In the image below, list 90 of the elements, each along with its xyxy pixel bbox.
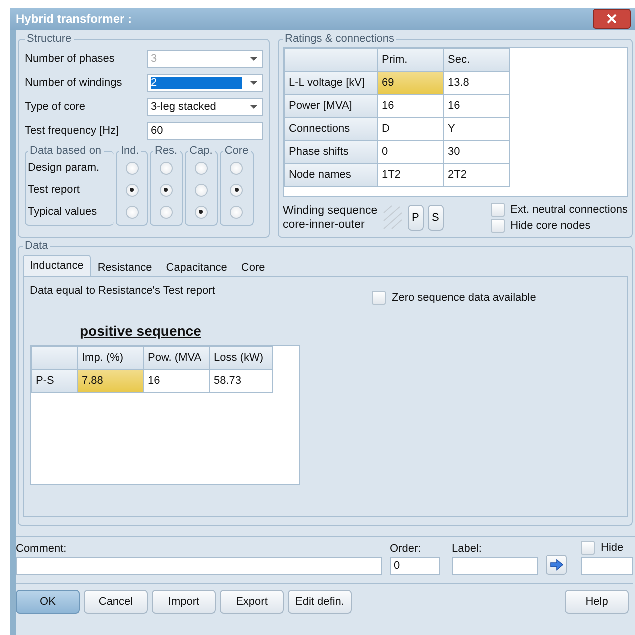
checkbox-label: Zero sequence data available bbox=[392, 292, 536, 304]
radio-button[interactable] bbox=[160, 184, 173, 196]
checkbox-label: Ext. neutral connections bbox=[510, 204, 628, 216]
winding-button[interactable]: S bbox=[428, 205, 444, 231]
table-cell[interactable]: 13.8 bbox=[444, 72, 510, 94]
row-header: Connections bbox=[284, 118, 378, 140]
dialog-button[interactable]: Import bbox=[152, 590, 216, 614]
field-label: Order: bbox=[390, 543, 422, 555]
winding-button[interactable]: P bbox=[408, 205, 424, 231]
group-title: Data bbox=[24, 240, 50, 252]
dialog-button[interactable]: OK bbox=[16, 590, 80, 614]
input-field[interactable] bbox=[581, 557, 633, 575]
right-arrow-icon bbox=[550, 559, 564, 571]
radio-button[interactable] bbox=[160, 162, 173, 174]
radio-button[interactable] bbox=[230, 184, 244, 196]
close-button[interactable] bbox=[593, 9, 631, 29]
radio-button[interactable] bbox=[194, 162, 208, 174]
row-header: Node names bbox=[284, 164, 378, 186]
table-cell[interactable]: D bbox=[378, 118, 444, 140]
group-title: Ind. bbox=[120, 145, 140, 157]
group-title: Data based on bbox=[29, 145, 103, 157]
comment-field[interactable] bbox=[16, 557, 382, 575]
radio-button[interactable] bbox=[194, 184, 208, 196]
group-title: Core bbox=[224, 145, 250, 157]
group-title: Ratings & connections bbox=[284, 33, 396, 45]
tab[interactable]: Core bbox=[234, 259, 272, 276]
winding-sequence-label: Winding sequence core-inner-outer bbox=[283, 204, 378, 232]
hatch-icon bbox=[382, 205, 404, 231]
field-label: Label: bbox=[452, 543, 483, 555]
dropdown[interactable]: 2 bbox=[147, 74, 263, 92]
table-cell[interactable]: 30 bbox=[444, 140, 510, 164]
radio-button[interactable] bbox=[230, 206, 244, 218]
row-header: Power [MVA] bbox=[284, 94, 378, 118]
radio-button[interactable] bbox=[126, 162, 138, 174]
dialog-button[interactable]: Edit defin. bbox=[288, 590, 352, 614]
checkbox[interactable] bbox=[581, 541, 595, 555]
column-header: Loss (kW) bbox=[210, 346, 272, 370]
radio-button[interactable] bbox=[230, 162, 244, 174]
window-title: Hybrid transformer : bbox=[16, 12, 132, 26]
checkbox[interactable] bbox=[490, 203, 505, 217]
tab[interactable]: Resistance bbox=[90, 259, 160, 276]
row-header: L-L voltage [kV] bbox=[284, 72, 378, 94]
column-header: Sec. bbox=[444, 48, 510, 72]
radio-button[interactable] bbox=[160, 206, 173, 218]
row-header: P-S bbox=[32, 370, 78, 392]
arrow-button[interactable] bbox=[546, 555, 567, 575]
table-cell[interactable]: 58.73 bbox=[210, 370, 272, 392]
option-label: Design param. bbox=[28, 161, 101, 176]
option-label: Typical values bbox=[28, 205, 98, 220]
radio-button[interactable] bbox=[126, 184, 138, 196]
column-header: Prim. bbox=[378, 48, 444, 72]
group-title: Res. bbox=[154, 145, 179, 157]
dialog-button[interactable]: Cancel bbox=[84, 590, 148, 614]
field-label: Comment: bbox=[16, 543, 68, 555]
checkbox-label: Hide bbox=[601, 542, 624, 554]
table-cell[interactable]: 16 bbox=[444, 94, 510, 118]
order-field[interactable]: 0 bbox=[390, 557, 440, 575]
table-cell[interactable]: 7.88 bbox=[78, 370, 144, 392]
row-header: Phase shifts bbox=[284, 140, 378, 164]
table-cell[interactable]: 16 bbox=[378, 94, 444, 118]
table-cell[interactable]: 2T2 bbox=[444, 164, 510, 186]
close-icon bbox=[607, 14, 617, 24]
info-text: Data equal to Resistance's Test report bbox=[30, 285, 216, 297]
dropdown[interactable]: 3-leg stacked bbox=[147, 98, 263, 116]
dialog-button[interactable]: Export bbox=[220, 590, 284, 614]
group-title: Structure bbox=[26, 33, 73, 45]
input-field[interactable]: 60 bbox=[147, 122, 263, 140]
checkbox[interactable] bbox=[372, 291, 386, 305]
table-cell[interactable]: 69 bbox=[378, 72, 444, 94]
table-cell[interactable]: Y bbox=[444, 118, 510, 140]
tab[interactable]: Inductance bbox=[23, 255, 91, 276]
option-label: Test report bbox=[28, 183, 81, 198]
group-title: Cap. bbox=[188, 145, 214, 157]
checkbox[interactable] bbox=[490, 219, 505, 233]
checkbox-label: Hide core nodes bbox=[510, 220, 591, 232]
field-label: Number of phases bbox=[25, 53, 116, 65]
table-cell[interactable]: 0 bbox=[378, 140, 444, 164]
dialog-button[interactable]: Help bbox=[565, 590, 629, 614]
section-title: positive sequence bbox=[80, 323, 202, 339]
table-cell[interactable]: 1T2 bbox=[378, 164, 444, 186]
radio-button[interactable] bbox=[126, 206, 138, 218]
field-label: Number of windings bbox=[25, 77, 124, 89]
field-label: Test frequency [Hz] bbox=[25, 125, 120, 137]
radio-button[interactable] bbox=[194, 206, 208, 218]
table-cell[interactable]: 16 bbox=[144, 370, 210, 392]
field-label: Type of core bbox=[25, 101, 87, 113]
column-header: Pow. (MVA bbox=[144, 346, 210, 370]
label-field[interactable] bbox=[452, 557, 538, 575]
column-header: Imp. (%) bbox=[78, 346, 144, 370]
tab[interactable]: Capacitance bbox=[159, 259, 234, 276]
